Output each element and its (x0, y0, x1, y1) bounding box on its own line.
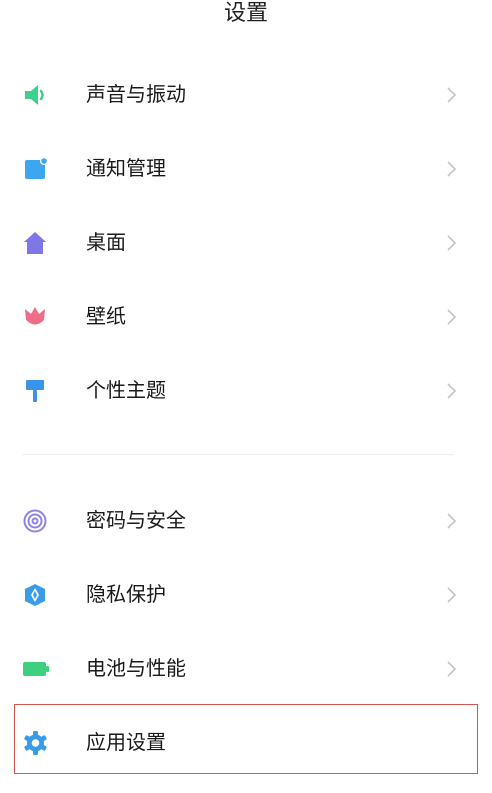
chevron-right-icon (447, 161, 457, 177)
settings-item-password-security[interactable]: 密码与安全 (0, 484, 492, 558)
speaker-icon (25, 85, 44, 105)
paint-roller-icon (26, 380, 44, 402)
settings-item-label: 通知管理 (86, 156, 166, 180)
chevron-right-icon (447, 587, 457, 603)
notification-icon (25, 157, 48, 179)
settings-item-sound-vibration[interactable]: 声音与振动 (0, 58, 492, 132)
tulip-icon (25, 307, 45, 325)
chevron-right-icon (447, 87, 457, 103)
settings-item-label: 隐私保护 (86, 582, 166, 606)
settings-item-desktop[interactable]: 桌面 (0, 206, 492, 280)
settings-item-label: 电池与性能 (86, 656, 186, 680)
settings-item-themes[interactable]: 个性主题 (0, 354, 492, 428)
section-divider (22, 454, 454, 455)
page-title: 设置 (223, 1, 268, 26)
settings-item-label: 个性主题 (86, 378, 166, 402)
fingerprint-icon (23, 509, 47, 533)
settings-item-wallpaper[interactable]: 壁纸 (0, 280, 492, 354)
privacy-shield-icon (25, 584, 45, 606)
chevron-right-icon (447, 661, 457, 677)
settings-item-label: 声音与振动 (86, 82, 186, 106)
settings-item-battery-performance[interactable]: 电池与性能 (0, 632, 492, 706)
chevron-right-icon (447, 513, 457, 529)
settings-item-label: 壁纸 (86, 304, 126, 328)
battery-icon (23, 662, 49, 676)
highlight-box (14, 704, 478, 774)
settings-item-privacy[interactable]: 隐私保护 (0, 558, 492, 632)
home-icon (24, 232, 46, 254)
settings-item-label: 密码与安全 (86, 508, 186, 532)
settings-item-notification[interactable]: 通知管理 (0, 132, 492, 206)
chevron-right-icon (447, 383, 457, 399)
chevron-right-icon (447, 235, 457, 251)
settings-item-label: 桌面 (86, 230, 126, 254)
chevron-right-icon (447, 309, 457, 325)
